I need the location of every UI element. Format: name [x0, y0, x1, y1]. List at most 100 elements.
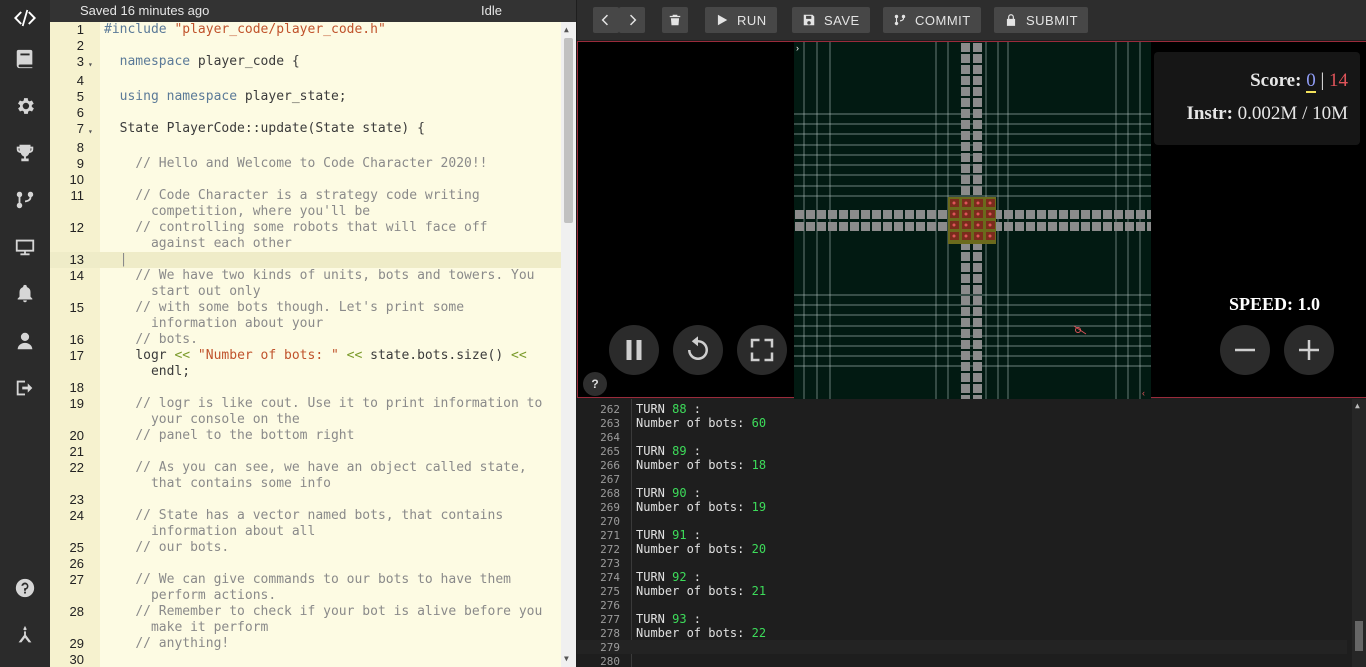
code-text: // Remember to check if your bot is aliv… [100, 604, 561, 636]
scroll-up-arrow-icon[interactable]: ▲ [564, 25, 569, 34]
bot-marker [964, 201, 968, 205]
code-line[interactable]: 26 [50, 556, 561, 572]
code-line[interactable]: 7 ▾ State PlayerCode::update(State state)… [50, 121, 561, 140]
game-map[interactable]: ›‹ [794, 42, 1151, 399]
code-line[interactable]: 29 // anything! [50, 636, 561, 652]
road-tile [961, 54, 970, 63]
monitor-icon[interactable] [0, 229, 50, 265]
road-tile [973, 285, 982, 294]
code-line[interactable]: 20 // panel to the bottom right [50, 428, 561, 444]
code-editor[interactable]: 1 #include "player_code/player_code.h" 2 3… [50, 22, 576, 667]
code-line[interactable]: 6 [50, 105, 561, 121]
code-lines[interactable]: 1 #include "player_code/player_code.h" 2 3… [50, 22, 561, 667]
code-line[interactable]: 11 // Code Character is a strategy code … [50, 188, 561, 220]
code-text: // Hello and Welcome to Code Character 2… [100, 156, 561, 172]
road-tile [973, 54, 982, 63]
delete-button[interactable] [662, 7, 688, 33]
score-label: Score: [1250, 70, 1302, 91]
bell-icon[interactable] [0, 276, 50, 312]
road-tile [795, 210, 804, 219]
editor-scroll-thumb[interactable] [564, 38, 573, 223]
code-line[interactable]: 12 // controlling some robots that will … [50, 220, 561, 252]
scroll-down-arrow-icon[interactable]: ▼ [564, 654, 569, 663]
code-line[interactable]: 21 [50, 444, 561, 460]
console-scroll-up-icon[interactable]: ▲ [1355, 401, 1360, 410]
console-number: 93 [672, 612, 687, 626]
road-tile [1048, 222, 1057, 231]
code-line[interactable]: 15 // with some bots though. Let's print… [50, 300, 561, 332]
code-token: logr [104, 348, 175, 363]
docs-book-icon[interactable] [0, 41, 50, 77]
code-line[interactable]: 28 // Remember to check if your bot is a… [50, 604, 561, 636]
code-token: // controlling some robots that will fac… [135, 220, 488, 251]
code-line[interactable]: 16 // bots. [50, 332, 561, 348]
road-tile [1103, 222, 1112, 231]
code-line[interactable]: 18 [50, 380, 561, 396]
run-button[interactable]: RUN [705, 7, 777, 33]
console-line-text: TURN 88 : [636, 402, 701, 416]
code-logo-icon[interactable] [0, 0, 50, 36]
help-circle-icon[interactable] [0, 570, 50, 606]
logout-icon[interactable] [0, 370, 50, 406]
code-line[interactable]: 19 // logr is like cout. Use it to print… [50, 396, 561, 428]
console-scroll-thumb[interactable] [1355, 621, 1363, 651]
chevron-right-icon [630, 14, 637, 26]
console-line-text: Number of bots: 60 [636, 416, 766, 430]
line-number: 10 [69, 172, 84, 187]
code-line[interactable]: 14 // We have two kinds of units, bots a… [50, 268, 561, 300]
road-tile [1070, 210, 1079, 219]
code-line[interactable]: 3 ▾ namespace player_code { [50, 54, 561, 73]
fold-arrow-icon[interactable]: ▾ [88, 54, 100, 73]
code-line[interactable]: 1 #include "player_code/player_code.h" [50, 22, 561, 38]
code-line[interactable]: 8 [50, 140, 561, 156]
help-button[interactable]: ? [583, 372, 607, 396]
road-tile [961, 142, 970, 151]
code-line[interactable]: 22 // As you can see, we have an object … [50, 460, 561, 492]
code-token: // We can give commands to our bots to h… [135, 572, 511, 603]
code-line[interactable]: 25 // our bots. [50, 540, 561, 556]
restart-button[interactable] [673, 325, 723, 375]
game-viewport[interactable]: › ‹ Score: 0 | 14 Instr: 0.002M / 10M ? S… [577, 41, 1366, 399]
code-line[interactable]: 10 [50, 172, 561, 188]
speed-decrease-button[interactable] [1220, 325, 1270, 375]
code-line[interactable]: 23 [50, 492, 561, 508]
lock-icon [1006, 14, 1016, 26]
code-line[interactable]: 13 | [50, 252, 561, 268]
speed-increase-button[interactable] [1284, 325, 1334, 375]
road-tile [973, 175, 982, 184]
pause-button[interactable] [609, 325, 659, 375]
play-icon [717, 14, 728, 26]
editor-scrollbar[interactable]: ▲ ▼ [561, 22, 576, 667]
code-line[interactable]: 24 // State has a vector named bots, tha… [50, 508, 561, 540]
commit-button[interactable]: COMMIT [883, 7, 981, 33]
fullscreen-button[interactable] [737, 325, 787, 375]
code-line[interactable]: 27 // We can give commands to our bots t… [50, 572, 561, 604]
code-line[interactable]: 5 using namespace player_state; [50, 89, 561, 105]
code-line[interactable]: 9 // Hello and Welcome to Code Character… [50, 156, 561, 172]
code-token: state.bots.size() [362, 348, 512, 363]
fold-arrow-icon[interactable]: ▾ [88, 121, 100, 140]
submit-button[interactable]: SUBMIT [994, 7, 1089, 33]
git-branch-icon[interactable] [0, 182, 50, 218]
output-console[interactable]: 262 TURN 88 : 263 Number of bots: 60 264 265 T… [577, 399, 1366, 667]
trophy-icon[interactable] [0, 135, 50, 171]
save-button[interactable]: SAVE [792, 7, 870, 33]
code-line[interactable]: 4 [50, 73, 561, 89]
code-line[interactable]: 30 [50, 652, 561, 667]
code-line[interactable]: 17 logr << "Number of bots: " << state.b… [50, 348, 561, 380]
road-tile [973, 109, 982, 118]
prev-button[interactable] [593, 7, 619, 33]
road-tile [973, 43, 982, 52]
console-line: 264 [577, 430, 1347, 444]
settings-gear-icon[interactable] [0, 88, 50, 124]
next-button[interactable] [619, 7, 645, 33]
tools-icon[interactable] [0, 617, 50, 653]
user-icon[interactable] [0, 323, 50, 359]
code-text: State PlayerCode::update(State state) { [100, 121, 561, 140]
console-scrollbar[interactable]: ▲ [1352, 399, 1366, 667]
road-tile [806, 222, 815, 231]
code-line[interactable]: 2 [50, 38, 561, 54]
road-tile [1059, 210, 1068, 219]
